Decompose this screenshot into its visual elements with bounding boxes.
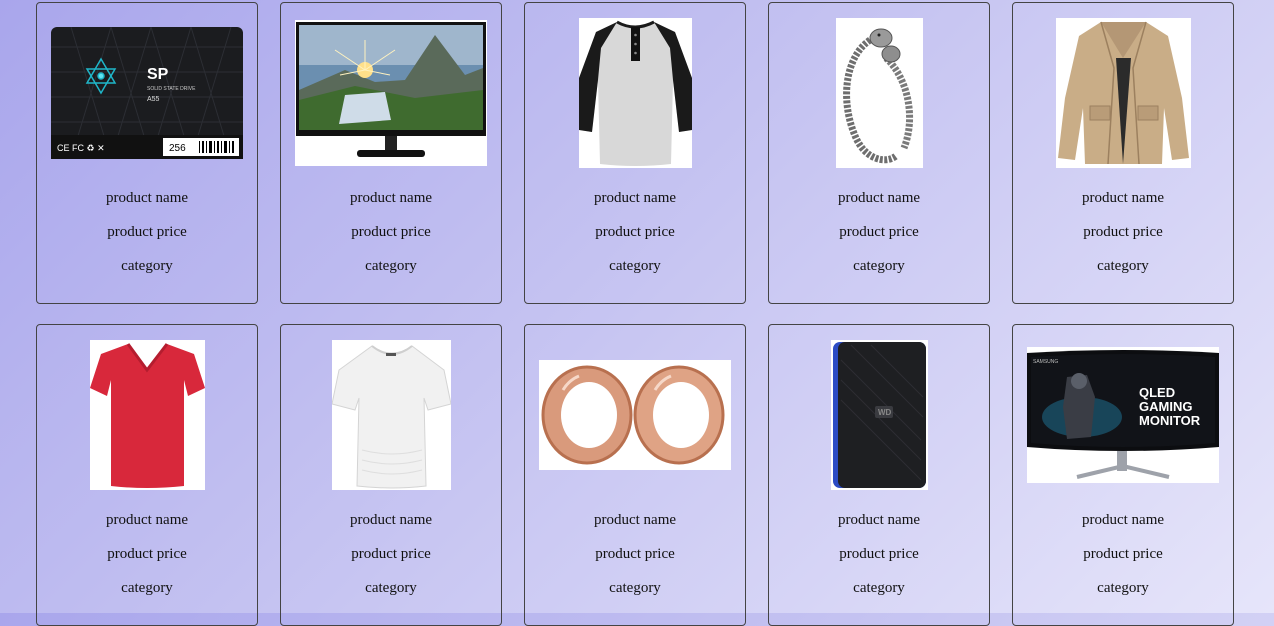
ssd-capacity-text: 256	[169, 143, 186, 154]
product-category: category	[1097, 258, 1149, 274]
product-category: category	[365, 580, 417, 596]
product-card[interactable]: product name product price category	[524, 324, 746, 626]
product-image-area: WD	[769, 339, 989, 491]
ssd-label-text: SOLID STATE DRIVE	[147, 86, 196, 92]
product-price: product price	[839, 224, 919, 240]
product-image-area	[525, 17, 745, 169]
monitor-brand-text: SAMSUNG	[1033, 359, 1058, 365]
product-category: category	[609, 580, 661, 596]
product-name: product name	[593, 190, 677, 206]
product-image-area	[1013, 17, 1233, 169]
product-price: product price	[1083, 546, 1163, 562]
product-price: product price	[839, 546, 919, 562]
product-image-area: SP SOLID STATE DRIVE A55 CE FC ♻ ✕ 256	[37, 17, 257, 169]
product-name: product name	[593, 512, 677, 528]
product-category: category	[1097, 580, 1149, 596]
product-card[interactable]: product name product price category	[36, 324, 258, 626]
product-image-area	[525, 339, 745, 491]
ssd-brand-text: SP	[147, 66, 169, 83]
product-name: product name	[837, 512, 921, 528]
product-name: product name	[837, 190, 921, 206]
product-price: product price	[351, 546, 431, 562]
product-category: category	[853, 258, 905, 274]
white-top-image[interactable]	[331, 340, 451, 490]
external-hdd-image[interactable]: WD	[830, 340, 928, 490]
product-image-area	[769, 17, 989, 169]
product-card[interactable]: product name product price category	[1012, 2, 1234, 304]
product-grid: SP SOLID STATE DRIVE A55 CE FC ♻ ✕ 256 p…	[36, 2, 1236, 626]
product-card[interactable]: SP SOLID STATE DRIVE A55 CE FC ♻ ✕ 256 p…	[36, 2, 258, 304]
curved-monitor-image[interactable]: SAMSUNG QLED GAMING MONITOR	[1027, 347, 1219, 483]
monitor-image[interactable]	[295, 20, 487, 166]
raglan-shirt-image[interactable]	[578, 18, 692, 168]
product-image-area	[37, 339, 257, 491]
product-price: product price	[595, 546, 675, 562]
monitor-text-line3: MONITOR	[1139, 413, 1201, 428]
product-name: product name	[1081, 512, 1165, 528]
product-card[interactable]: SAMSUNG QLED GAMING MONITOR product name…	[1012, 324, 1234, 626]
bracelet-image[interactable]	[835, 18, 923, 168]
product-name: product name	[349, 512, 433, 528]
svg-text:WD: WD	[878, 408, 892, 417]
product-price: product price	[1083, 224, 1163, 240]
product-card[interactable]: product name product price category	[768, 2, 990, 304]
product-image-area: SAMSUNG QLED GAMING MONITOR	[1013, 339, 1233, 491]
product-category: category	[121, 580, 173, 596]
product-price: product price	[351, 224, 431, 240]
jacket-image[interactable]	[1055, 18, 1191, 168]
product-category: category	[853, 580, 905, 596]
product-card[interactable]: WD product name product price category	[768, 324, 990, 626]
product-image-area	[281, 339, 501, 491]
product-name: product name	[105, 190, 189, 206]
monitor-text-line2: GAMING	[1139, 399, 1192, 414]
product-category: category	[609, 258, 661, 274]
product-price: product price	[595, 224, 675, 240]
product-card[interactable]: product name product price category	[280, 324, 502, 626]
product-image-area	[281, 17, 501, 169]
ssd-model-text: A55	[147, 96, 160, 103]
monitor-text-line1: QLED	[1139, 385, 1175, 400]
product-name: product name	[1081, 190, 1165, 206]
product-price: product price	[107, 546, 187, 562]
red-tshirt-image[interactable]	[89, 340, 205, 490]
product-price: product price	[107, 224, 187, 240]
rose-gold-plugs-image[interactable]	[539, 360, 731, 470]
product-name: product name	[105, 512, 189, 528]
product-card[interactable]: product name product price category	[524, 2, 746, 304]
product-category: category	[365, 258, 417, 274]
product-card[interactable]: product name product price category	[280, 2, 502, 304]
svg-text:CE FC ♻ ✕: CE FC ♻ ✕	[57, 143, 105, 153]
product-name: product name	[349, 190, 433, 206]
product-category: category	[121, 258, 173, 274]
ssd-drive-image[interactable]: SP SOLID STATE DRIVE A55 CE FC ♻ ✕ 256	[51, 27, 243, 159]
